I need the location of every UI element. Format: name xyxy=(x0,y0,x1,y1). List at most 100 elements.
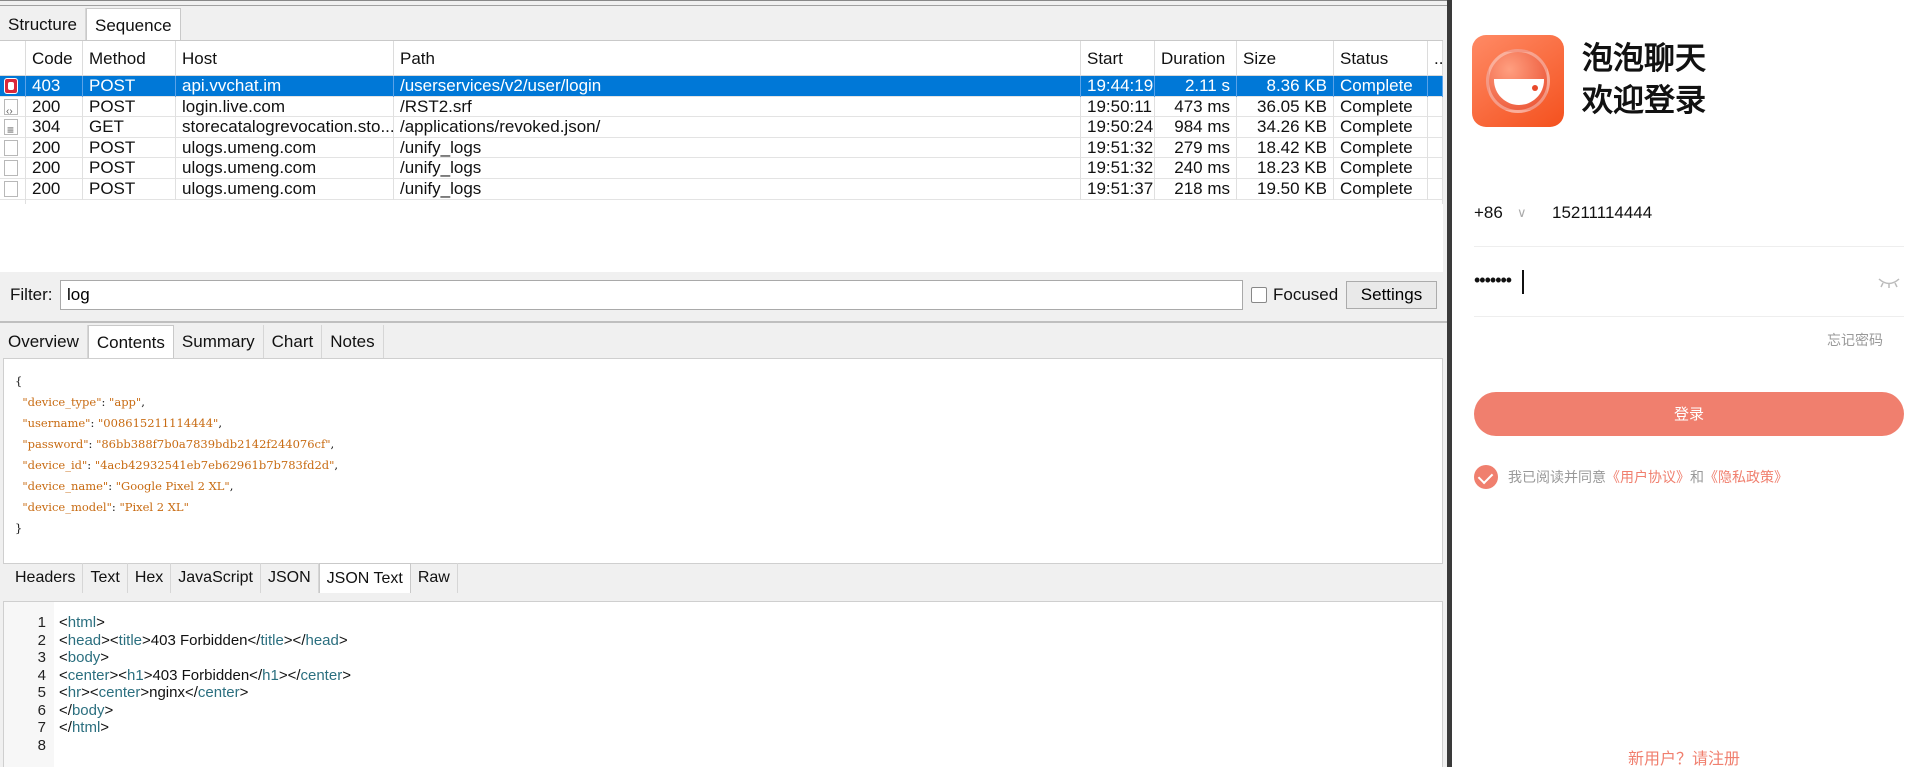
app-title: 泡泡聊天 xyxy=(1582,41,1706,77)
html-tag-name: html xyxy=(67,614,97,631)
cell-path: /unify_logs xyxy=(394,179,1081,200)
tab-overview[interactable]: Overview xyxy=(0,325,88,359)
json-line: "device_model": "Pixel 2 XL" xyxy=(15,497,1442,518)
password-input[interactable]: ••••••• xyxy=(1474,270,1512,291)
html-tag-name: head xyxy=(67,631,102,649)
cell-host: storecatalogrevocation.sto... xyxy=(176,117,394,138)
settings-button[interactable]: Settings xyxy=(1346,281,1437,309)
html-tag-name: center xyxy=(67,666,110,684)
table-row[interactable]: 200POSTlogin.live.com/RST2.srf19:50:1147… xyxy=(0,96,1443,122)
json-line: "device_name": "Google Pixel 2 XL", xyxy=(15,476,1442,497)
tab-text[interactable]: Text xyxy=(83,563,128,593)
tab-summary[interactable]: Summary xyxy=(174,325,264,359)
html-tag-name: h1 xyxy=(262,666,279,684)
cell-duration: 984 ms xyxy=(1155,117,1237,138)
file-icon xyxy=(4,139,18,156)
tab-raw[interactable]: Raw xyxy=(411,563,458,593)
welcome-heading: 欢迎登录 xyxy=(1582,83,1706,119)
file-icon xyxy=(4,181,18,197)
json-value: "008615211114444" xyxy=(98,416,219,430)
request-body-pane[interactable]: { "device_type": "app", "username": "008… xyxy=(3,358,1443,564)
eye-closed-icon[interactable] xyxy=(1877,274,1901,290)
tab-chart[interactable]: Chart xyxy=(264,325,323,359)
tab-json[interactable]: JSON xyxy=(261,563,319,593)
column-header-path[interactable]: Path xyxy=(394,41,1081,76)
html-punct: >nginx</ xyxy=(140,684,198,701)
privacy-policy-link[interactable]: 《隐私政策》 xyxy=(1704,470,1788,486)
html-punct: </ xyxy=(59,701,72,719)
cell-status: Complete xyxy=(1334,137,1428,159)
cell-size: 18.23 KB xyxy=(1237,158,1334,179)
json-brace-open: { xyxy=(15,374,23,388)
tab-javascript[interactable]: JavaScript xyxy=(171,563,261,593)
register-link[interactable]: 新用户？请注册 xyxy=(1628,745,1740,767)
filter-input[interactable] xyxy=(60,280,1243,310)
cell-start: 19:51:37 xyxy=(1081,179,1155,200)
agreement-text: 我已阅读并同意《用户协议》和《隐私政策》 xyxy=(1508,467,1788,487)
tab-contents[interactable]: Contents xyxy=(87,325,174,359)
chevron-down-icon[interactable]: ∨ xyxy=(1517,205,1527,221)
cell-status: Complete xyxy=(1334,179,1428,200)
table-row[interactable]: 200 POST ulogs.umeng.com/unify_logs 19:51:3… xyxy=(0,137,1443,163)
focused-checkbox[interactable] xyxy=(1251,287,1267,303)
json-line: "username": "008615211114444", xyxy=(15,413,1442,434)
table-row[interactable]: 403 POST api.vvchat.im/userservices/v2/use… xyxy=(0,76,1443,101)
cell-status: Complete xyxy=(1334,76,1428,97)
column-header-icon[interactable] xyxy=(0,41,26,76)
cell-size: 34.26 KB xyxy=(1237,117,1334,138)
html-punct: >< xyxy=(101,631,119,649)
agree-prefix: 我已阅读并同意 xyxy=(1508,470,1606,486)
json-value: "86bb388f7b0a7839bdb2142f244076cf" xyxy=(96,437,331,451)
tab-sequence[interactable]: Sequence xyxy=(85,8,181,42)
table-row[interactable]: 200 POST ulogs.umeng.com/unify_logs 19:51:3… xyxy=(0,158,1443,184)
tab-hex[interactable]: Hex xyxy=(128,563,172,593)
tab-notes[interactable]: Notes xyxy=(322,325,384,359)
tab-structure[interactable]: Structure xyxy=(0,8,86,42)
user-agreement-link[interactable]: 《用户协议》 xyxy=(1606,470,1690,486)
split-divider[interactable] xyxy=(0,321,1447,323)
column-header-code[interactable]: Code xyxy=(26,41,83,76)
focused-label: Focused xyxy=(1273,285,1339,304)
agree-checkbox[interactable] xyxy=(1474,465,1498,489)
json-key: "password" xyxy=(22,437,89,451)
table-row[interactable]: 200 POST ulogs.umeng.com/unify_logs 19:51:3… xyxy=(0,179,1443,204)
column-header-start[interactable]: Start xyxy=(1081,41,1155,76)
json-value: "4acb42932541eb7eb62961b7b783fd2d" xyxy=(94,458,335,472)
country-code-select[interactable]: +86 xyxy=(1474,203,1503,223)
json-value: "Google Pixel 2 XL" xyxy=(115,479,230,493)
cell-start: 19:51:32 xyxy=(1081,158,1155,179)
cell-host: ulogs.umeng.com xyxy=(176,179,394,200)
html-punct: >< xyxy=(81,684,99,701)
tab-json-text[interactable]: JSON Text xyxy=(318,563,411,593)
login-button[interactable]: 登录 xyxy=(1474,392,1904,436)
cell-status: Complete xyxy=(1334,117,1428,138)
json-comma: , xyxy=(141,395,145,409)
column-header-duration[interactable]: Duration xyxy=(1155,41,1237,76)
column-header-method[interactable]: Method xyxy=(83,41,176,76)
proxy-tool-window: Structure Sequence Code Method Host Path… xyxy=(0,0,1447,767)
response-body-pane[interactable]: 1 <html> 2 <head><title>403 Forbidden</titl… xyxy=(3,601,1443,767)
json-colon: : xyxy=(108,479,116,493)
cell-code: 200 xyxy=(26,96,83,118)
file-icon xyxy=(4,160,18,177)
tab-headers[interactable]: Headers xyxy=(8,563,84,593)
json-colon: : xyxy=(90,416,99,430)
html-punct: >403 Forbidden</ xyxy=(142,631,261,649)
cell-method: POST xyxy=(83,158,176,179)
agree-and: 和 xyxy=(1690,470,1704,486)
forgot-password-link[interactable]: 忘记密码 xyxy=(1827,330,1883,350)
column-header-size[interactable]: Size xyxy=(1237,41,1334,76)
table-row[interactable]: 304GETstorecatalogrevocation.sto.../appl… xyxy=(0,117,1443,143)
column-header-more[interactable]: ... xyxy=(1428,41,1443,76)
filter-label: Filter: xyxy=(10,285,53,304)
cell-host: login.live.com xyxy=(176,96,394,118)
column-header-host[interactable]: Host xyxy=(176,41,394,76)
html-punct: >403 Forbidden</ xyxy=(143,666,263,684)
window-top-border xyxy=(0,5,1447,6)
phone-input[interactable] xyxy=(1552,199,1882,227)
list-file-icon xyxy=(4,118,18,142)
json-colon: : xyxy=(101,395,110,409)
column-header-status[interactable]: Status xyxy=(1334,41,1428,76)
detail-tabs: Overview Contents Summary Chart Notes xyxy=(0,325,384,359)
cell-method: POST xyxy=(83,137,176,159)
